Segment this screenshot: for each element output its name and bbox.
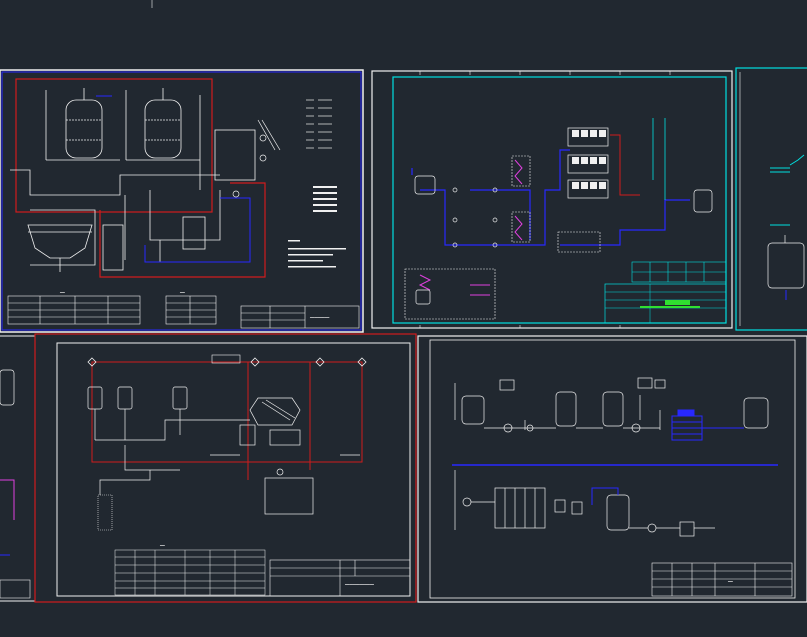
magenta-line-2 (514, 215, 523, 241)
sheet-2-ro-process (371, 70, 733, 329)
sheet-1-equipment-table-2 (165, 295, 217, 325)
sheet-6-pure-water-process: ━━ (417, 335, 807, 603)
dosing-tank (102, 224, 124, 271)
sheet-1-spec-block (313, 186, 337, 212)
red-concentrate-line (610, 134, 640, 196)
magenta-box-2 (511, 211, 531, 243)
row-2-equipment (454, 470, 715, 537)
sheet-2-legend-table (631, 261, 727, 283)
row-1-equipment (454, 377, 769, 433)
sheet-6-border (417, 335, 807, 603)
magenta-box-1 (511, 155, 531, 187)
sheet-5-sludge-process: ━━ ━━━━━━━━━━━━ (34, 333, 417, 603)
sheet-5-title-text: ━━━━━━━━━━━━ (344, 582, 374, 587)
process-piping (10, 169, 221, 266)
sheet-5-equipment-table (114, 549, 266, 596)
sheet-5-title-block (269, 559, 411, 597)
ro-main-blue-line (420, 149, 570, 246)
sheet-5-inner-frame (56, 342, 411, 597)
row-1-blue-module (671, 409, 744, 441)
sheet-3-border (735, 67, 807, 331)
sheet-1-notes (288, 240, 346, 268)
sheet-3-partial (735, 67, 807, 331)
ro-membrane-racks (567, 127, 609, 199)
sheet-4-tank (0, 369, 15, 406)
sheet-3-tank (767, 235, 805, 289)
sheet-5-notes-heading: ━━ (159, 543, 165, 548)
sheet-4-magenta-line (0, 479, 15, 520)
sheet-5-pump (276, 468, 284, 476)
cleaning-system-box (557, 231, 601, 253)
dosing-tank-2 (182, 216, 206, 250)
sheet-1-equipment-table-1 (7, 295, 141, 325)
sheet-5-hatched-wall (97, 494, 113, 531)
sheet-1-filter-process: ━━ ━━ ━━━━━━━━ (0, 69, 364, 333)
sheet-3-cyan-fitting (770, 154, 805, 226)
sheet-6-title-block (651, 562, 793, 597)
sheet-1-title-block (240, 305, 360, 329)
sheet-2-title-block (604, 283, 727, 324)
row-2-blue-return (591, 487, 619, 505)
dosing-system-box (404, 268, 496, 320)
sheet-4-partial (0, 335, 36, 602)
equipment-box (214, 129, 256, 181)
ro-blue-line-3 (560, 199, 690, 246)
filter-press (239, 397, 301, 446)
sheet-6-title-text: ━━ (727, 579, 733, 584)
cad-drawing-canvas[interactable]: ━━ ━━ ━━━━━━━━ ━━ ━━━━━━━━━━━━ ━━ (0, 0, 807, 637)
sheet-1-table-heading-a: ━━ (59, 290, 65, 295)
dosing-system-lines (415, 274, 490, 305)
sheet-5-dosing-tanks (87, 386, 188, 440)
blue-pipe-1 (144, 197, 251, 263)
sheet-4-border (0, 335, 36, 602)
sheet-6-inner-frame (429, 339, 796, 599)
ro-vessels (414, 175, 713, 248)
sheet-1-legend (306, 99, 332, 149)
sheet-5-piping (95, 419, 360, 495)
pump-symbols (232, 119, 281, 198)
sheet-1-title-text: ━━━━━━━━ (309, 315, 330, 320)
sheet-1-table-heading-b: ━━ (179, 290, 185, 295)
sheet-1-red-boundary (15, 78, 213, 213)
ro-blue-line-2 (470, 189, 531, 240)
magenta-line-1 (514, 159, 523, 185)
sludge-bin (264, 477, 314, 515)
sheet-5-red-loop (91, 361, 363, 463)
sheet-4-title-block (0, 579, 31, 599)
filter-tank-1 (45, 88, 120, 161)
